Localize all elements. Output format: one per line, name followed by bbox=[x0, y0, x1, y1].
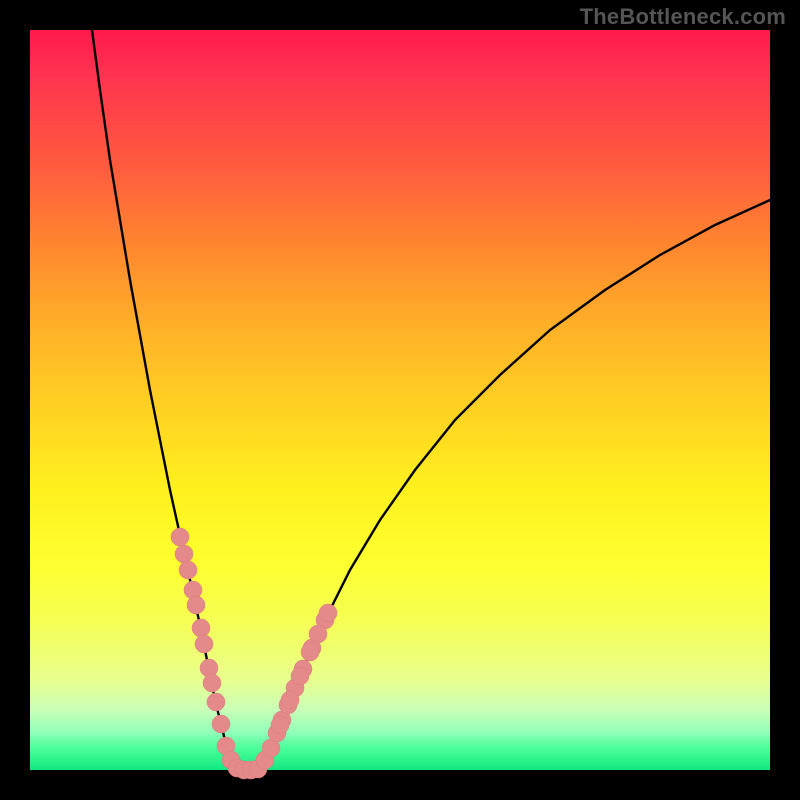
highlight-dot bbox=[281, 691, 299, 709]
watermark-text: TheBottleneck.com bbox=[580, 4, 786, 30]
highlight-dot bbox=[301, 643, 319, 661]
highlight-dot bbox=[291, 667, 309, 685]
chart-frame: TheBottleneck.com bbox=[0, 0, 800, 800]
highlight-dot bbox=[175, 545, 193, 563]
highlight-dot bbox=[309, 625, 327, 643]
highlight-dots-layer bbox=[171, 528, 337, 779]
highlight-dot bbox=[271, 716, 289, 734]
highlight-dot bbox=[203, 674, 221, 692]
highlight-dot bbox=[319, 604, 337, 622]
highlight-dot bbox=[171, 528, 189, 546]
bottleneck-curve bbox=[92, 30, 770, 770]
highlight-dot bbox=[195, 635, 213, 653]
curve-svg bbox=[30, 30, 770, 770]
highlight-dot bbox=[187, 596, 205, 614]
highlight-dot bbox=[212, 715, 230, 733]
plot-area bbox=[30, 30, 770, 770]
highlight-dot bbox=[207, 693, 225, 711]
highlight-dot bbox=[192, 619, 210, 637]
highlight-dot bbox=[179, 561, 197, 579]
